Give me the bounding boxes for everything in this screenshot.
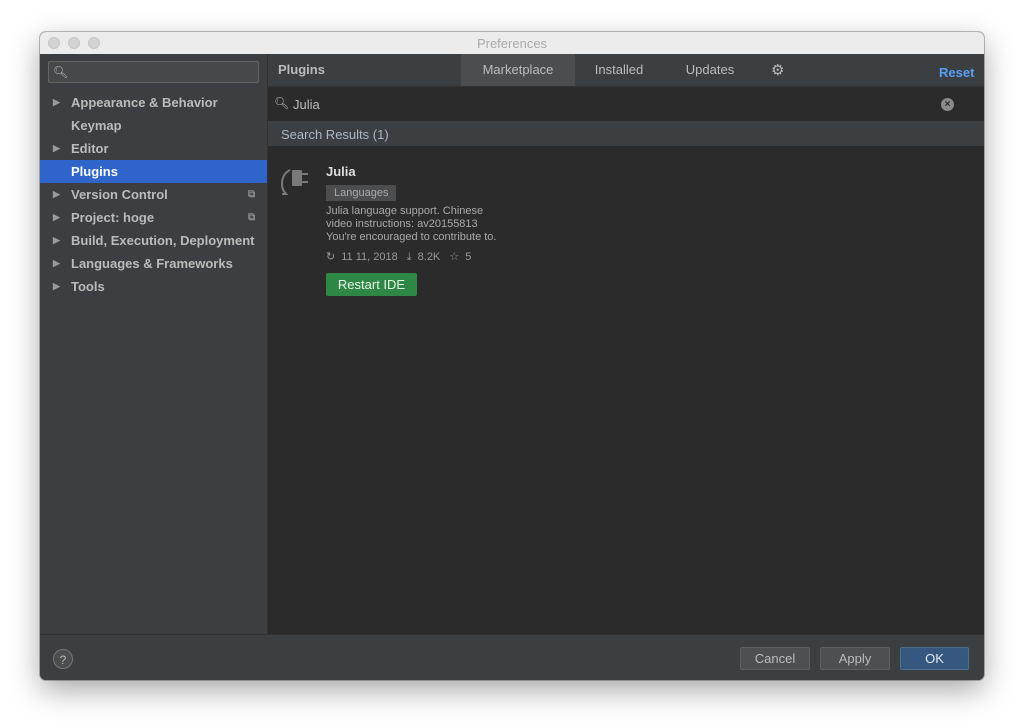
expand-arrow-icon[interactable]: ▶ bbox=[53, 183, 60, 206]
sidebar-item-version-control[interactable]: ▶ Version Control ⧉ bbox=[40, 183, 267, 206]
sidebar-item-label: Appearance & Behavior bbox=[71, 95, 218, 110]
tab-installed[interactable]: Installed bbox=[583, 54, 655, 86]
sidebar-item-label: Build, Execution, Deployment bbox=[71, 233, 255, 248]
expand-arrow-icon[interactable]: ▶ bbox=[53, 91, 60, 114]
dialog-footer: ? Cancel Apply OK bbox=[40, 634, 984, 680]
tab-updates[interactable]: Updates bbox=[674, 54, 746, 86]
results-count-label: Search Results (1) bbox=[281, 127, 389, 142]
plugin-rating: 5 bbox=[465, 251, 472, 263]
plugin-meta: ↻ 11 11, 2018 ⤓ 8.2K ☆ 5 bbox=[326, 250, 477, 264]
plugins-header: Plugins Marketplace Installed Updates ⚙ … bbox=[268, 54, 984, 87]
expand-arrow-icon[interactable]: ▶ bbox=[53, 206, 60, 229]
sidebar-search-input[interactable]: 🔍︎ bbox=[48, 61, 259, 83]
sidebar-item-languages-frameworks[interactable]: ▶ Languages & Frameworks bbox=[40, 252, 267, 275]
project-scope-icon: ⧉ bbox=[248, 212, 256, 223]
title-bar: Preferences bbox=[40, 32, 984, 55]
plugin-list-item[interactable]: Julia Languages Julia language support. … bbox=[268, 146, 984, 306]
plugin-category-badge: Languages bbox=[326, 185, 397, 201]
sidebar-item-build-execution-deployment[interactable]: ▶ Build, Execution, Deployment bbox=[40, 229, 267, 252]
plugins-panel: Plugins Marketplace Installed Updates ⚙ … bbox=[268, 54, 984, 634]
plugin-name: Julia bbox=[326, 164, 356, 179]
window-title: Preferences bbox=[476, 36, 548, 51]
star-icon: ☆ bbox=[449, 251, 460, 263]
project-scope-icon: ⧉ bbox=[248, 189, 256, 200]
sidebar-item-tools[interactable]: ▶ Tools bbox=[40, 275, 267, 298]
settings-tree: ▶ Appearance & Behavior Keymap ▶ Editor Plugi… bbox=[40, 91, 267, 298]
search-query: Julia bbox=[293, 97, 320, 112]
settings-sidebar: 🔍︎ ▶ Appearance & Behavior Keymap ▶ Editor Pl… bbox=[40, 54, 268, 634]
expand-arrow-icon[interactable]: ▶ bbox=[53, 252, 60, 275]
ok-button[interactable]: OK bbox=[900, 647, 969, 670]
sidebar-item-label: Project: hoge bbox=[71, 210, 155, 225]
sidebar-item-editor[interactable]: ▶ Editor bbox=[40, 137, 267, 160]
restart-ide-button[interactable]: Restart IDE bbox=[326, 273, 417, 296]
sidebar-item-project-hoge[interactable]: ▶ Project: hoge ⧉ bbox=[40, 206, 267, 229]
sidebar-item-label: Keymap bbox=[71, 118, 122, 133]
update-icon: ↻ bbox=[326, 251, 336, 263]
plugin-downloads: 8.2K bbox=[417, 251, 441, 263]
sidebar-item-label: Plugins bbox=[71, 164, 118, 179]
apply-button[interactable]: Apply bbox=[820, 647, 890, 670]
plugin-description: Julia language support. Chinese video in… bbox=[326, 205, 526, 244]
help-button[interactable]: ? bbox=[53, 649, 73, 669]
plugin-search-input[interactable]: 🔍︎ Julia × bbox=[268, 87, 984, 122]
search-icon: 🔍︎ bbox=[274, 96, 290, 110]
sidebar-item-label: Languages & Frameworks bbox=[71, 256, 233, 271]
description-line: video instructions: av20155813 bbox=[326, 218, 478, 230]
expand-arrow-icon[interactable]: ▶ bbox=[53, 275, 60, 298]
sidebar-item-plugins[interactable]: Plugins bbox=[40, 160, 267, 183]
clear-icon[interactable]: × bbox=[941, 98, 954, 111]
expand-arrow-icon[interactable]: ▶ bbox=[53, 137, 60, 160]
sidebar-item-label: Tools bbox=[71, 279, 105, 294]
download-icon: ⤓ bbox=[406, 251, 412, 263]
sidebar-item-keymap[interactable]: Keymap bbox=[40, 114, 267, 137]
sidebar-item-label: Editor bbox=[71, 141, 109, 156]
preferences-window: Preferences 🔍︎ ▶ Appearance & Behavior Key… bbox=[40, 32, 984, 680]
expand-arrow-icon[interactable]: ▶ bbox=[53, 229, 60, 252]
gear-icon[interactable]: ⚙ bbox=[771, 61, 784, 79]
cancel-button[interactable]: Cancel bbox=[740, 647, 810, 670]
sidebar-item-label: Version Control bbox=[71, 187, 168, 202]
tab-marketplace[interactable]: Marketplace bbox=[461, 54, 575, 86]
plugin-icon bbox=[280, 169, 308, 195]
panel-title: Plugins bbox=[278, 62, 325, 77]
reset-link[interactable]: Reset bbox=[939, 65, 974, 80]
search-icon: 🔍︎ bbox=[53, 65, 69, 79]
description-line: You're encouraged to contribute to. bbox=[326, 231, 497, 243]
description-line: Julia language support. Chinese bbox=[326, 205, 484, 217]
plugin-date: 11 11, 2018 bbox=[341, 251, 398, 263]
search-results-header: Search Results (1) bbox=[268, 122, 984, 146]
sidebar-item-appearance-behavior[interactable]: ▶ Appearance & Behavior bbox=[40, 91, 267, 114]
